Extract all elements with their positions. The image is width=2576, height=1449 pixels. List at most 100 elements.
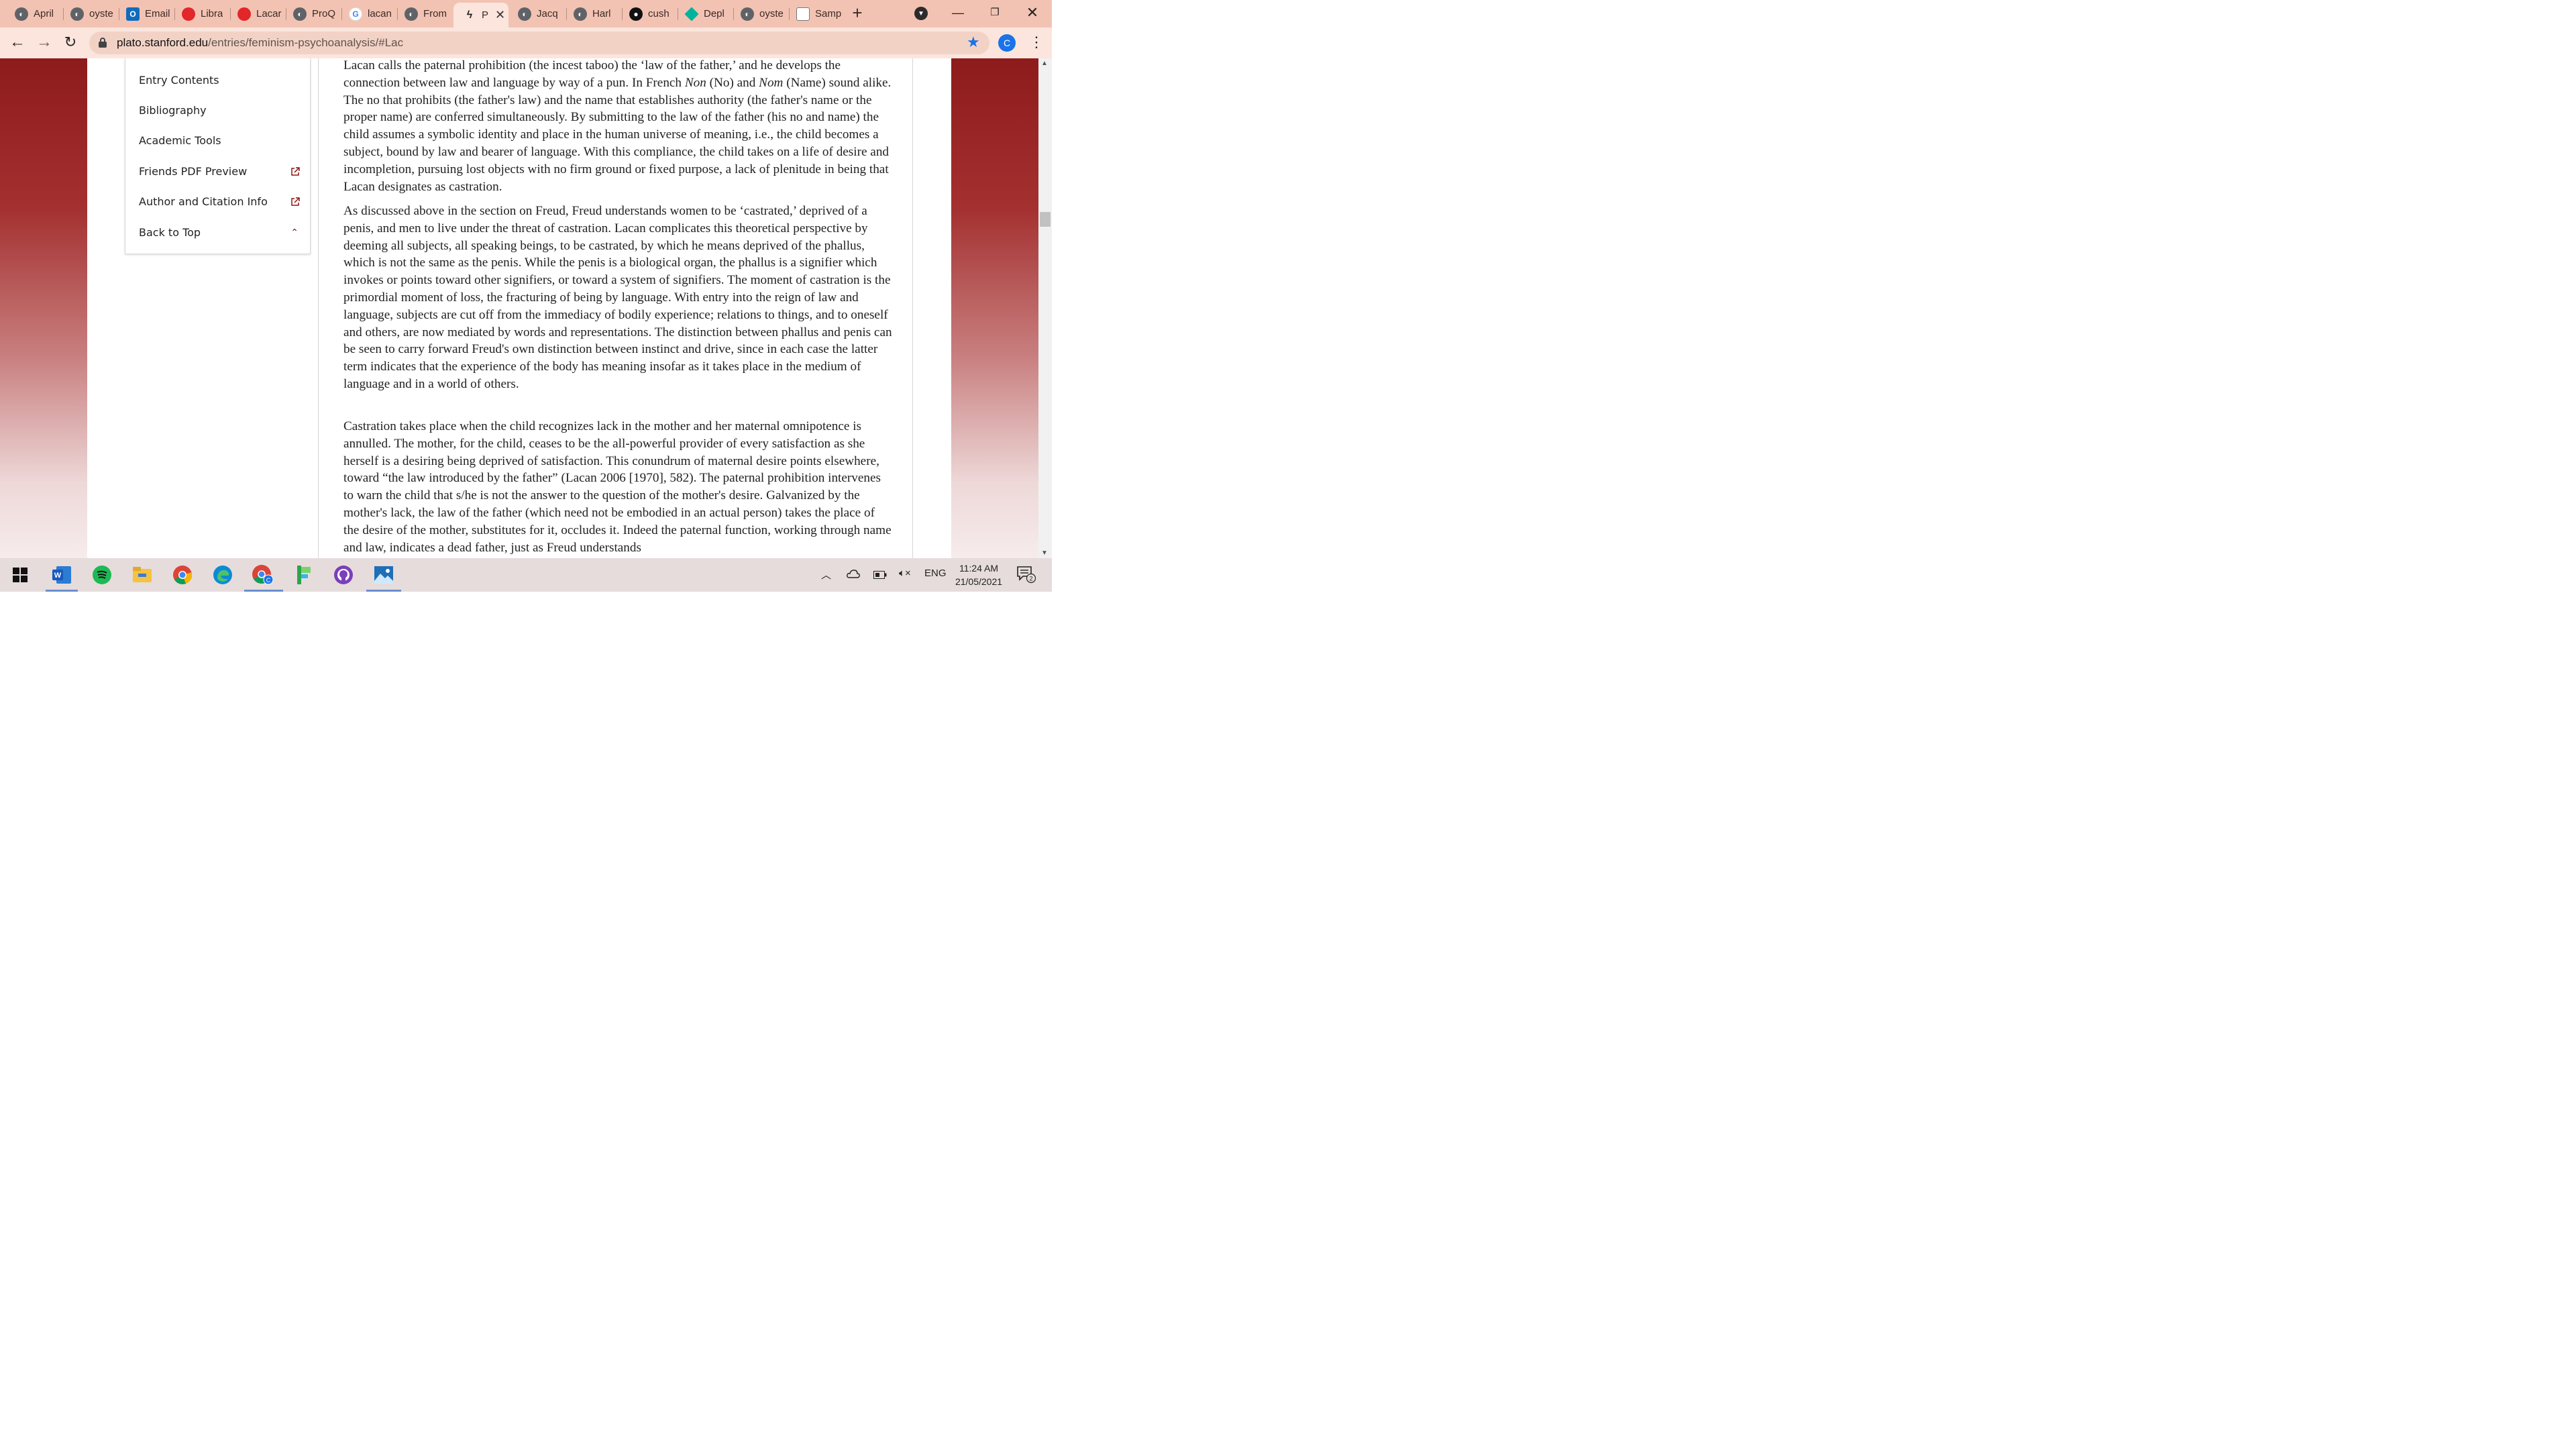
tab-strip: ◐ April ◐ oyste O Email Libra Lacar ◐ Pr… <box>0 0 1052 28</box>
tab-label: From <box>423 8 447 19</box>
tab-label: Jacq <box>537 8 558 19</box>
toc-label: Entry Contents <box>139 74 219 87</box>
word-icon[interactable]: W <box>51 564 72 586</box>
toc-label: Author and Citation Info <box>139 195 268 208</box>
menu-kebab-icon[interactable]: ⋮ <box>1029 33 1044 53</box>
battery-icon[interactable] <box>873 570 887 582</box>
toc-label: Back to Top <box>139 226 201 239</box>
chevron-up-icon: ⌃ <box>290 227 299 238</box>
photos-icon[interactable] <box>373 564 394 586</box>
language-indicator[interactable]: ENG <box>924 568 947 579</box>
tab-search-icon[interactable]: ▼ <box>914 7 928 20</box>
tab-oyster-2[interactable]: ◐ oyste <box>731 3 789 25</box>
toc-academic-tools[interactable]: Academic Tools <box>139 131 300 151</box>
tab-active-sep[interactable]: ϟ P ✕ <box>453 3 508 28</box>
back-button[interactable]: ← <box>8 34 27 52</box>
tray-overflow-chevron-icon[interactable]: ︿ <box>821 568 831 582</box>
tab-label: Depl <box>704 8 724 19</box>
puzzle-red-icon <box>237 7 251 21</box>
scroll-up-arrow-icon[interactable]: ▲ <box>1041 60 1048 67</box>
address-bar[interactable]: plato.stanford.edu/entries/feminism-psyc… <box>89 32 989 54</box>
github-desktop-icon[interactable] <box>333 564 354 586</box>
tab-sample[interactable]: Samp <box>787 3 845 25</box>
taskbar-active-indicator <box>366 590 401 592</box>
toc-friends-pdf[interactable]: Friends PDF Preview <box>139 162 300 182</box>
clock-date: 21/05/2021 <box>955 576 1003 587</box>
file-explorer-icon[interactable] <box>131 564 153 586</box>
url-path: /entries/feminism-psychoanalysis/#Lac <box>208 36 404 49</box>
new-tab-button[interactable]: + <box>849 4 865 21</box>
close-icon[interactable]: ✕ <box>495 8 505 22</box>
page-viewport: Entry Contents Bibliography Academic Too… <box>0 58 1038 558</box>
diamond-icon <box>684 6 699 21</box>
chrome-profile-icon[interactable]: C <box>252 564 274 586</box>
system-clock[interactable]: 11:24 AM 21/05/2021 <box>951 561 1006 588</box>
scroll-thumb[interactable] <box>1040 212 1051 227</box>
svg-text:W: W <box>54 572 62 580</box>
google-icon: G <box>349 7 362 21</box>
tab-april[interactable]: ◐ April <box>5 3 63 25</box>
external-link-icon <box>291 167 300 176</box>
edge-icon[interactable] <box>212 564 233 586</box>
entry-navigation: Entry Contents Bibliography Academic Too… <box>125 58 311 254</box>
tab-oyster[interactable]: ◐ oyste <box>61 3 119 25</box>
close-window-button[interactable]: ✕ <box>1022 4 1042 21</box>
tab-label: Libra <box>201 8 223 19</box>
toc-entry-contents[interactable]: Entry Contents <box>139 70 300 91</box>
toc-label: Academic Tools <box>139 134 221 147</box>
globe-icon: ◐ <box>741 7 754 21</box>
tab-jacques[interactable]: ◐ Jacq <box>508 3 566 25</box>
toc-back-to-top[interactable]: Back to Top ⌃ <box>139 223 300 243</box>
globe-icon: ◐ <box>518 7 531 21</box>
restore-button[interactable]: ❐ <box>985 4 1005 21</box>
toc-label: Bibliography <box>139 104 207 117</box>
globe-icon: ◐ <box>15 7 28 21</box>
bookmark-star-icon[interactable]: ★ <box>967 34 980 51</box>
tab-library[interactable]: Libra <box>172 3 230 25</box>
tab-label: P <box>482 9 489 21</box>
spotify-icon[interactable] <box>91 564 113 586</box>
tab-label: Harl <box>592 8 611 19</box>
volume-muted-icon[interactable]: 🔈︎× <box>899 568 911 579</box>
puzzle-red-icon <box>182 7 195 21</box>
tab-deploy[interactable]: Depl <box>676 3 733 25</box>
toc-bibliography[interactable]: Bibliography <box>139 101 300 121</box>
tab-from[interactable]: ◐ From <box>395 3 453 25</box>
scroll-down-arrow-icon[interactable]: ▼ <box>1041 549 1048 557</box>
taskbar-active-indicator <box>46 590 78 592</box>
tab-label: cush <box>648 8 669 19</box>
tab-label: oyste <box>759 8 784 19</box>
sticky-app-icon[interactable] <box>292 564 314 586</box>
url-text[interactable]: plato.stanford.edu/entries/feminism-psyc… <box>117 36 403 50</box>
tab-label: Email <box>145 8 170 19</box>
lock-icon[interactable] <box>99 38 107 48</box>
profile-avatar[interactable]: C <box>998 34 1016 52</box>
page-scrollbar[interactable]: ▲ ▼ <box>1038 58 1052 558</box>
taskbar-active-indicator <box>244 590 283 592</box>
globe-icon: ◐ <box>574 7 587 21</box>
windows-taskbar: W C ︿ 🔈︎× ENG 11:24 AM 21/05/2021 2 <box>0 558 1052 592</box>
chrome-icon[interactable] <box>172 564 193 586</box>
tab-label: April <box>34 8 54 19</box>
article-paragraph: Castration takes place when the child re… <box>343 419 892 555</box>
forward-button[interactable]: → <box>35 34 54 52</box>
cube-icon <box>796 7 810 21</box>
globe-icon: ◐ <box>405 7 418 21</box>
onedrive-cloud-icon[interactable] <box>847 569 860 581</box>
article-paragraph: Lacan calls the paternal prohibition (th… <box>343 58 892 194</box>
globe-icon: ◐ <box>293 7 307 21</box>
tab-cush[interactable]: ● cush <box>620 3 678 25</box>
tab-label: ProQ <box>312 8 336 19</box>
minimize-button[interactable]: — <box>948 4 968 21</box>
reload-button[interactable]: ↻ <box>61 34 80 52</box>
toc-author-citation[interactable]: Author and Citation Info <box>139 192 300 212</box>
tab-harlow[interactable]: ◐ Harl <box>564 3 622 25</box>
notification-center-icon[interactable]: 2 <box>1017 566 1036 586</box>
windows-start-icon[interactable] <box>9 564 31 586</box>
tab-google-lacan[interactable]: G lacan <box>339 3 397 25</box>
tab-proquest[interactable]: ◐ ProQ <box>284 3 341 25</box>
tab-lacan[interactable]: Lacar <box>228 3 286 25</box>
article-body: Lacan calls the paternal prohibition (th… <box>318 58 913 558</box>
outlook-icon: O <box>126 7 140 21</box>
tab-email[interactable]: O Email <box>117 3 174 25</box>
